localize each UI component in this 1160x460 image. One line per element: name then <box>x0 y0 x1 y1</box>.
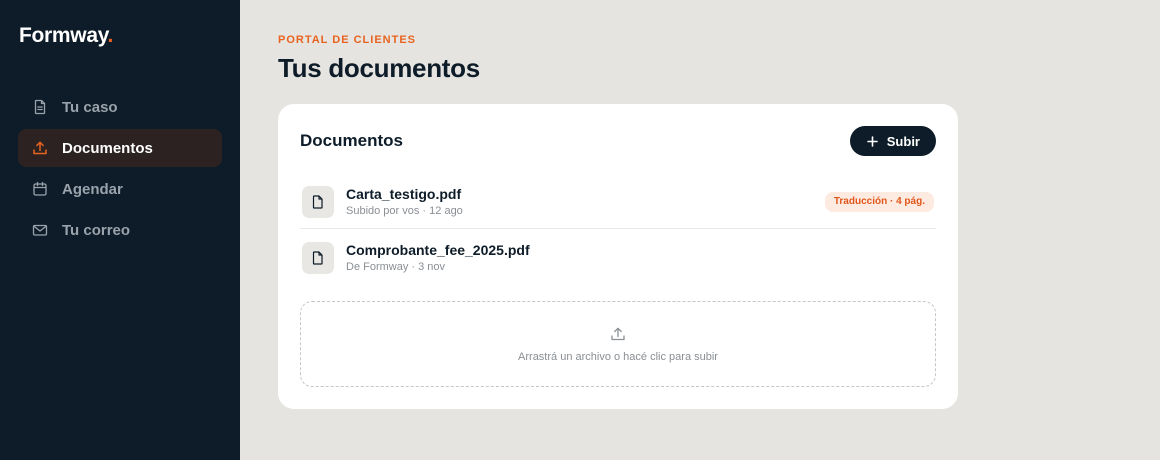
documents-card: Documentos Subir Carta_testigo.pdf Subid… <box>278 104 958 409</box>
sidebar-item-label: Tu caso <box>62 98 118 116</box>
sidebar-item-label: Documentos <box>62 139 153 157</box>
plus-icon <box>866 135 878 147</box>
card-title: Documentos <box>300 131 403 150</box>
sidebar-item-agendar[interactable]: Agendar <box>18 170 222 208</box>
document-icon <box>32 99 48 115</box>
sidebar-item-documentos[interactable]: Documentos <box>18 129 222 167</box>
document-list: Carta_testigo.pdf Subido por vos · 12 ag… <box>300 176 936 286</box>
mail-icon <box>32 222 48 238</box>
brand-logo[interactable]: Formway. <box>19 24 222 48</box>
sidebar-item-tu-correo[interactable]: Tu correo <box>18 211 222 249</box>
translation-badge: Traducción · 4 pág. <box>824 192 934 212</box>
brand-dot: . <box>107 24 114 47</box>
file-icon <box>302 186 334 218</box>
upload-button[interactable]: Subir <box>849 126 936 156</box>
upload-icon <box>610 326 626 342</box>
document-row[interactable]: Carta_testigo.pdf Subido por vos · 12 ag… <box>300 176 936 228</box>
sidebar-item-tu-caso[interactable]: Tu caso <box>18 88 222 126</box>
upload-dropzone[interactable]: Arrastrá un archivo o hacé clic para sub… <box>300 301 936 387</box>
sidebar: Formway. Tu caso Documentos Agendar Tu c… <box>0 0 240 460</box>
file-icon <box>302 242 334 274</box>
upload-icon <box>32 140 48 156</box>
app-root: Formway. Tu caso Documentos Agendar Tu c… <box>0 0 1160 460</box>
document-name[interactable]: Comprobante_fee_2025.pdf <box>346 242 934 259</box>
document-info: Carta_testigo.pdf Subido por vos · 12 ag… <box>346 186 825 218</box>
document-info: Comprobante_fee_2025.pdf De Formway · 3 … <box>346 242 934 274</box>
document-name[interactable]: Carta_testigo.pdf <box>346 186 825 203</box>
sidebar-item-label: Tu correo <box>62 221 131 239</box>
dropzone-text: Arrastrá un archivo o hacé clic para sub… <box>518 350 718 363</box>
document-meta: Subido por vos · 12 ago <box>346 205 463 217</box>
document-meta: De Formway · 3 nov <box>346 261 446 273</box>
document-row[interactable]: Comprobante_fee_2025.pdf De Formway · 3 … <box>300 228 936 286</box>
card-header: Documentos Subir <box>300 126 936 156</box>
upload-button-label: Subir <box>886 133 920 149</box>
sidebar-item-label: Agendar <box>62 180 123 198</box>
sidebar-nav: Tu caso Documentos Agendar Tu correo <box>18 88 222 249</box>
brand-name: Formway <box>19 24 108 47</box>
calendar-icon <box>32 181 48 197</box>
page-title: Tus documentos <box>278 53 480 83</box>
main-content: PORTAL DE CLIENTES Tus documentos Docume… <box>240 0 1160 460</box>
page-eyebrow: PORTAL DE CLIENTES <box>278 34 416 46</box>
